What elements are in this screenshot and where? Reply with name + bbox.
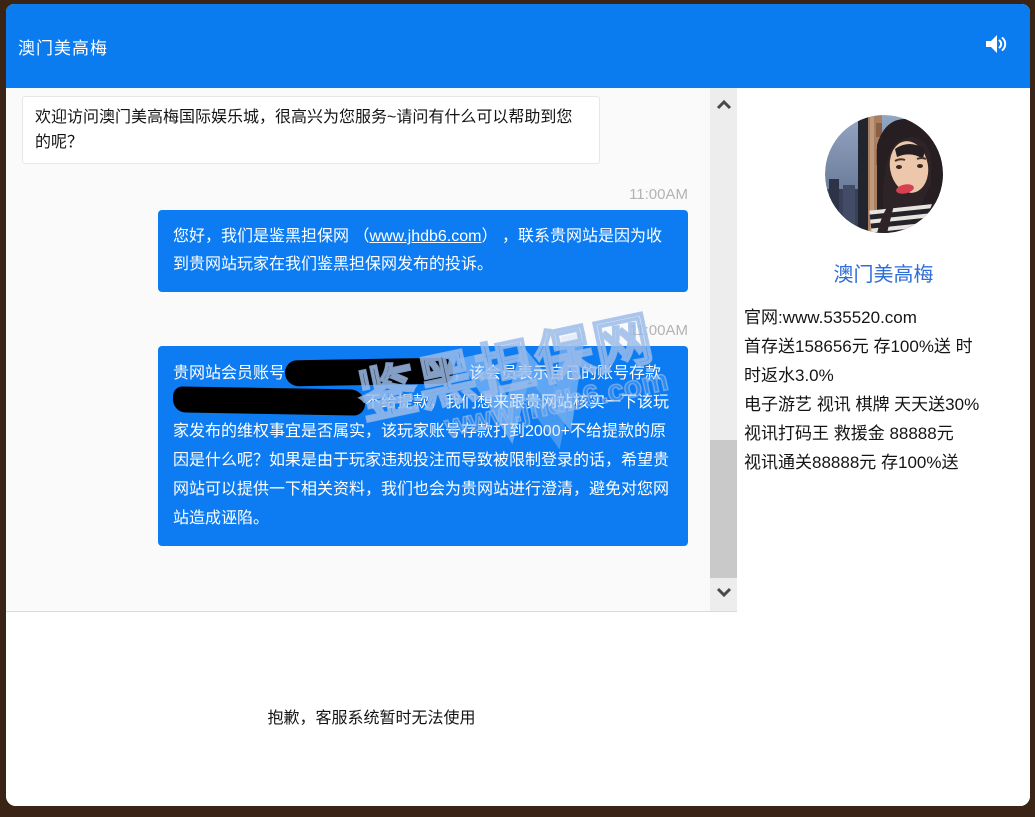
timestamp: 11:00AM: [22, 322, 688, 339]
visitor-message-bubble-2: 贵网站会员账号 ，该会员表示自己的账号存款不给提款，我们想来跟贵网站核实一下该玩家…: [158, 346, 688, 546]
jhdb6-link[interactable]: www.jhdb6.com: [369, 228, 481, 245]
agent-message-bubble: 欢迎访问澳门美高梅国际娱乐城，很高兴为您服务~请问有什么可以帮助到您的呢？: [22, 96, 600, 164]
message-list: 欢迎访问澳门美高梅国际娱乐城，很高兴为您服务~请问有什么可以帮助到您的呢？ 11…: [6, 88, 710, 611]
timestamp: 11:00AM: [22, 186, 688, 203]
header: 澳门美高梅: [6, 4, 1030, 88]
chat-area: 欢迎访问澳门美高梅国际娱乐城，很高兴为您服务~请问有什么可以帮助到您的呢？ 11…: [6, 88, 737, 612]
promo-line: 视讯通关88888元 存100%送: [744, 448, 1026, 477]
promo-line: 电子游艺 视讯 棋牌 天天送30%: [744, 390, 1026, 419]
chevron-up-icon: [716, 97, 732, 115]
scroll-down-button[interactable]: [710, 582, 737, 604]
avatar: [825, 115, 943, 233]
chevron-down-icon: [716, 584, 732, 602]
promo-line: 时返水3.0%: [744, 361, 1026, 390]
profile-name: 澳门美高梅: [834, 258, 934, 287]
promo-line: 首存送158656元 存100%送 时: [744, 332, 1026, 361]
system-unavailable-notice: 抱歉，客服系统暂时无法使用: [6, 704, 737, 728]
volume-icon: [982, 31, 1008, 62]
scroll-up-button[interactable]: [710, 95, 737, 117]
chat-scrollbar[interactable]: [710, 88, 737, 611]
redaction-block: [173, 386, 365, 415]
agent-message-text: 欢迎访问澳门美高梅国际娱乐城，很高兴为您服务~请问有什么可以帮助到您的呢？: [35, 109, 572, 151]
message2-seg3: 不给提款，我们想来跟贵网站核实一下该玩家发布的维权事宜是否属实，该玩家账号存款打…: [173, 394, 669, 527]
scrollbar-thumb[interactable]: [710, 440, 737, 578]
promo-info: 官网:www.535520.com 首存送158656元 存100%送 时 时返…: [737, 303, 1030, 477]
input-disabled-area: 抱歉，客服系统暂时无法使用: [6, 612, 737, 806]
profile-sidebar: 澳门美高梅 官网:www.535520.com 首存送158656元 存100%…: [737, 88, 1030, 806]
promo-line: 视讯打码王 救援金 88888元: [744, 419, 1026, 448]
chat-window: 澳门美高梅 欢迎访问澳门美高梅国际娱乐城，很高兴为您服务~请问有什么可以帮助到您…: [6, 4, 1030, 806]
page-title: 澳门美高梅: [18, 34, 108, 59]
volume-button[interactable]: [980, 31, 1010, 61]
promo-line: 官网:www.535520.com: [744, 303, 1026, 332]
message2-seg2: ，该会员表示自己的账号存款: [453, 365, 661, 382]
visitor-message-bubble-1: 您好，我们是鉴黑担保网 （www.jhdb6.com） ，联系贵网站是因为收到贵…: [158, 210, 688, 292]
message1-prefix: 您好，我们是鉴黑担保网 （: [173, 228, 369, 245]
redaction-block: [285, 358, 453, 387]
message2-seg1: 贵网站会员账号: [173, 365, 285, 382]
